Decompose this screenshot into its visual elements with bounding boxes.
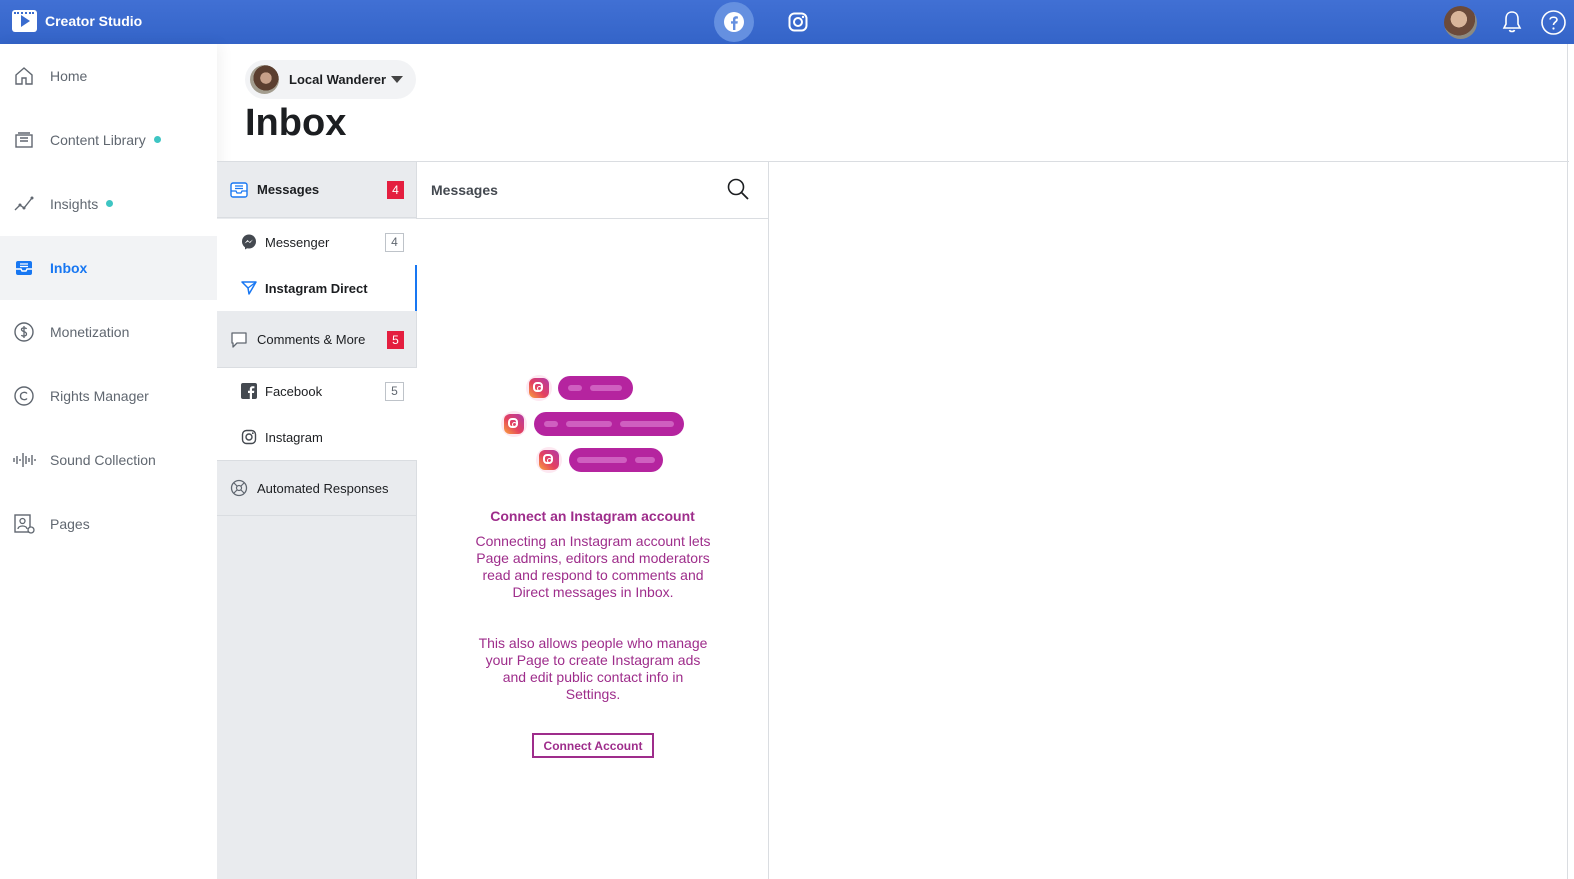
folder-item-instagram[interactable]: Instagram [217,414,417,460]
instagram-platform-button[interactable] [778,2,818,42]
dollar-icon [14,322,34,342]
sidebar-item-sound-collection[interactable]: Sound Collection [0,428,217,492]
folder-item-messenger[interactable]: Messenger 4 [217,219,417,265]
count-badge: 5 [385,381,404,401]
user-avatar[interactable] [1444,6,1477,39]
folder-messages[interactable]: Messages 4 [217,162,417,218]
folder-label: Messages [257,182,320,197]
comments-sublist: Facebook 5 Instagram [217,368,417,460]
folder-comments-and-more[interactable]: Comments & More 5 [217,312,417,368]
library-icon [15,132,33,148]
home-icon [15,67,33,85]
folder-item-label: Facebook [265,383,323,399]
sidebar-item-label: Content Library [50,132,146,148]
folder-label: Comments & More [257,332,366,347]
sidebar-item-label: Sound Collection [50,452,156,468]
creator-studio-brand[interactable]: Creator Studio [12,10,142,32]
message-list-title: Messages [431,182,498,198]
page-selector[interactable]: Local Wanderer [245,60,416,99]
page-avatar [250,65,279,94]
main-sidebar: Home Content Library Insights Inbox Mone… [0,44,217,879]
creator-studio-logo-icon [12,10,37,32]
inbox-icon [16,261,32,275]
sidebar-item-label-wrap: Insights [50,196,114,212]
instagram-icon [501,411,527,437]
page-header: Local Wanderer Inbox [217,44,1569,162]
folder-item-facebook[interactable]: Facebook 5 [217,368,417,414]
top-bar: Creator Studio [0,0,1574,44]
connect-account-button[interactable]: Connect Account [532,733,654,758]
instagram-icon [526,375,552,401]
soundwave-icon [13,453,36,467]
search-icon[interactable] [725,176,751,202]
empty-state-title: Connect an Instagram account [490,508,695,524]
sidebar-item-monetization[interactable]: Monetization [0,300,217,364]
unread-count-badge: 5 [387,330,404,349]
facebook-icon [724,12,744,32]
sidebar-item-pages[interactable]: Pages [0,492,217,556]
empty-state-description-secondary: This also allows people who manage your … [478,635,708,702]
chevron-down-icon [391,76,403,83]
sidebar-item-label: Inbox [50,260,88,276]
help-icon[interactable] [1540,9,1567,36]
facebook-platform-button[interactable] [714,2,754,42]
app-title: Creator Studio [45,13,143,29]
folder-automated-responses[interactable]: Automated Responses [217,460,417,516]
notification-dot [153,135,161,143]
sidebar-item-content-library[interactable]: Content Library [0,108,217,172]
folder-item-instagram-direct[interactable]: Instagram Direct [217,265,417,311]
copyright-icon [14,386,34,406]
insights-icon [14,196,34,211]
sidebar-item-rights-manager[interactable]: Rights Manager [0,364,217,428]
window-edge-divider [1567,44,1568,879]
folder-item-label: Instagram [265,429,323,445]
notification-dot [106,199,114,207]
message-list-pane: Messages Connect an Instagram account Co… [417,162,769,879]
message-bubble [569,448,663,472]
message-list-header: Messages [417,162,768,219]
folder-item-label: Instagram Direct [265,280,368,296]
sidebar-item-label: Monetization [50,324,130,340]
message-bubble [558,376,633,400]
notifications-bell-icon[interactable] [1499,9,1525,35]
message-bubble [534,412,684,436]
inbox-folders: Messages 4 Messenger 4 Instagram Direct … [217,162,417,879]
folder-item-label: Messenger [265,234,330,250]
facebook-square-icon [241,383,257,399]
sidebar-item-label-wrap: Content Library [50,132,161,148]
sidebar-item-label: Insights [50,196,99,212]
count-badge: 4 [385,232,404,252]
sidebar-item-inbox[interactable]: Inbox [0,236,217,300]
instagram-icon [536,447,562,473]
unread-count-badge: 4 [387,180,404,199]
automated-responses-icon [230,479,248,497]
instagram-icon [788,12,808,32]
instagram-direct-icon [241,281,257,295]
page-name: Local Wanderer [289,72,387,87]
inbox-icon [230,181,248,198]
messages-sublist: Messenger 4 Instagram Direct [217,219,417,311]
comment-icon [231,331,247,348]
sidebar-item-insights[interactable]: Insights [0,172,217,236]
page-title: Inbox [245,102,347,144]
sidebar-item-label: Rights Manager [50,388,149,404]
sidebar-item-home[interactable]: Home [0,44,217,108]
sidebar-item-label: Pages [50,516,90,532]
pages-icon [14,514,35,534]
instagram-illustration [497,372,697,482]
instagram-icon [241,429,257,445]
folder-label: Automated Responses [257,480,389,496]
empty-state-description: Connecting an Instagram account lets Pag… [475,533,711,600]
sidebar-item-label: Home [50,68,88,84]
messenger-icon [242,234,256,250]
